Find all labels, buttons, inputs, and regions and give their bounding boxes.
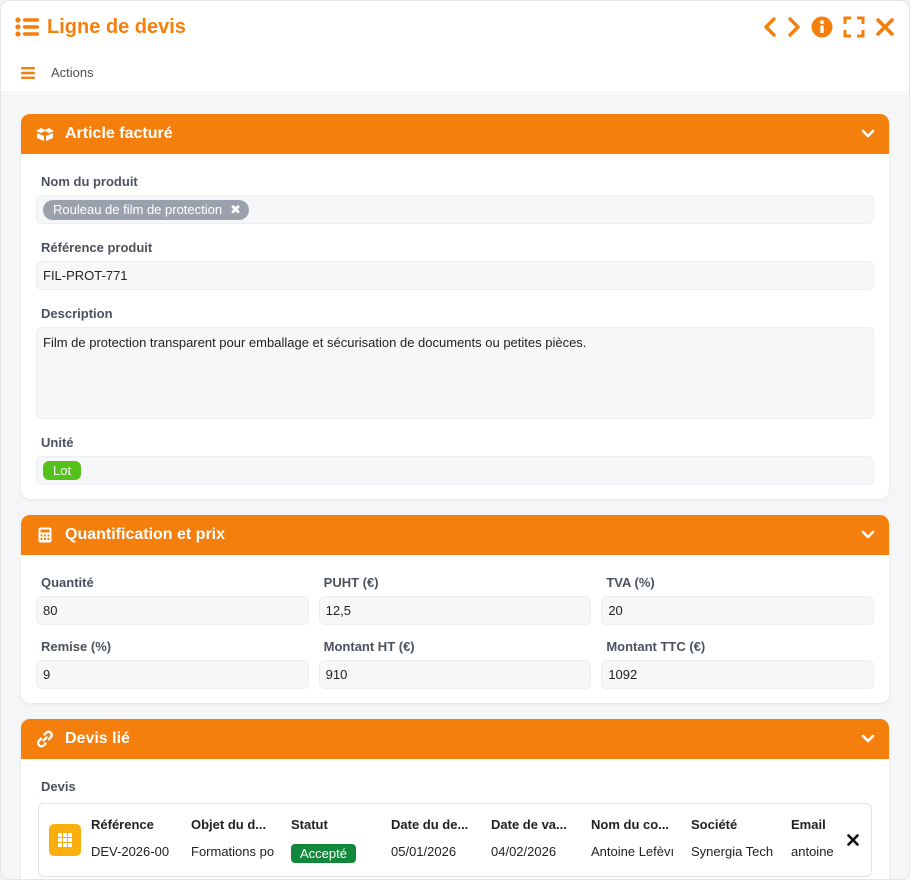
pricing-section-title: Quantification et prix bbox=[65, 526, 226, 543]
unit-price-label: PUHT (€) bbox=[323, 575, 379, 590]
vat-field[interactable]: 20 bbox=[601, 596, 874, 625]
discount-value: 9 bbox=[43, 667, 51, 682]
list-icon[interactable] bbox=[15, 16, 39, 38]
quantity-value: 80 bbox=[43, 603, 58, 618]
column-header: Statut bbox=[291, 817, 328, 832]
article-section-title: Article facturé bbox=[65, 125, 173, 142]
pricing-section: Quantification et prix Quantité 80 PUHT … bbox=[21, 515, 889, 703]
window-controls bbox=[763, 16, 895, 38]
quote-col-object: Objet du d... Formations po bbox=[191, 817, 291, 863]
pricing-section-header[interactable]: Quantification et prix bbox=[21, 515, 889, 555]
product-reference-label: Référence produit bbox=[41, 240, 153, 255]
quote-label: Devis bbox=[41, 779, 76, 794]
hamburger-icon bbox=[21, 66, 35, 79]
amount-ttc-group: Montant TTC (€) 1092 bbox=[601, 639, 874, 689]
column-value: 04/02/2026 bbox=[491, 844, 557, 859]
form-content: Article facturé Nom du produit Rouleau d… bbox=[1, 94, 909, 879]
quote-col-reference: Référence DEV-2026-00 bbox=[91, 817, 191, 863]
info-icon[interactable] bbox=[811, 16, 833, 38]
column-value: Formations po bbox=[191, 844, 275, 859]
discount-label: Remise (%) bbox=[41, 639, 112, 654]
article-section-header[interactable]: Article facturé bbox=[21, 114, 889, 154]
quantity-group: Quantité 80 bbox=[36, 575, 309, 625]
product-reference-value: FIL-PROT-771 bbox=[43, 268, 128, 283]
linked-quote-card[interactable]: Référence DEV-2026-00 Objet du d... Form… bbox=[38, 803, 872, 877]
discount-group: Remise (%) 9 bbox=[36, 639, 309, 689]
actions-menu-button[interactable]: Actions bbox=[21, 65, 94, 80]
chevron-down-icon[interactable] bbox=[861, 734, 875, 744]
linked-quote-section-title: Devis lié bbox=[65, 730, 130, 747]
remove-link-icon[interactable] bbox=[847, 834, 859, 846]
amount-ttc-field[interactable]: 1092 bbox=[601, 660, 874, 689]
linked-quote-section-header[interactable]: Devis lié bbox=[21, 719, 889, 759]
chevron-down-icon[interactable] bbox=[861, 129, 875, 139]
column-header: Email bbox=[791, 817, 826, 832]
quote-col-company: Société Synergia Tech bbox=[691, 817, 791, 863]
linked-quote-section: Devis lié Devis Référence DEV-2026-00 Ob… bbox=[21, 719, 889, 879]
unit-label: Unité bbox=[41, 435, 74, 450]
table-icon bbox=[49, 824, 81, 856]
product-tag-label: Rouleau de film de protection bbox=[53, 202, 223, 217]
amount-ht-group: Montant HT (€) 910 bbox=[318, 639, 592, 689]
discount-field[interactable]: 9 bbox=[36, 660, 309, 689]
product-name-field[interactable]: Rouleau de film de protection ✖ bbox=[36, 195, 874, 224]
amount-ttc-label: Montant TTC (€) bbox=[606, 639, 706, 654]
product-name-label: Nom du produit bbox=[41, 174, 138, 189]
column-value: Antoine Lefèvı bbox=[591, 844, 675, 859]
window-header: Ligne de devis bbox=[1, 1, 909, 53]
product-reference-field[interactable]: FIL-PROT-771 bbox=[36, 261, 874, 290]
quote-col-validity: Date de va... 04/02/2026 bbox=[491, 817, 591, 863]
quantity-label: Quantité bbox=[41, 575, 94, 590]
column-header: Objet du d... bbox=[191, 817, 267, 832]
quote-line-window: Ligne de devis Actions Article facturé N… bbox=[0, 0, 910, 880]
unit-tag[interactable]: Lot bbox=[43, 461, 82, 480]
actions-label[interactable]: Actions bbox=[51, 65, 94, 80]
remove-tag-icon[interactable]: ✖ bbox=[230, 202, 241, 218]
fullscreen-icon[interactable] bbox=[843, 16, 865, 38]
actions-bar: Actions bbox=[1, 53, 909, 93]
vat-label: TVA (%) bbox=[606, 575, 655, 590]
amount-ht-field[interactable]: 910 bbox=[318, 660, 592, 689]
column-header: Société bbox=[691, 817, 738, 832]
chevron-down-icon[interactable] bbox=[861, 530, 875, 540]
column-value: DEV-2026-00 bbox=[91, 844, 170, 859]
column-value: Synergia Tech bbox=[691, 844, 774, 859]
quote-col-contact: Nom du co... Antoine Lefèvı bbox=[591, 817, 691, 863]
description-label: Description bbox=[41, 306, 113, 321]
next-icon[interactable] bbox=[787, 17, 801, 37]
window-title: Ligne de devis bbox=[47, 15, 186, 38]
product-tag[interactable]: Rouleau de film de protection ✖ bbox=[43, 199, 250, 220]
quote-col-date: Date du de... 05/01/2026 bbox=[391, 817, 491, 863]
close-icon[interactable] bbox=[875, 17, 895, 37]
previous-icon[interactable] bbox=[763, 17, 777, 37]
column-header: Référence bbox=[91, 817, 154, 832]
vat-value: 20 bbox=[608, 603, 623, 618]
article-section: Article facturé Nom du produit Rouleau d… bbox=[21, 114, 889, 499]
quote-columns: Référence DEV-2026-00 Objet du d... Form… bbox=[91, 817, 839, 863]
column-value: antoine bbox=[791, 844, 834, 859]
column-header: Date de va... bbox=[491, 817, 567, 832]
column-value: 05/01/2026 bbox=[391, 844, 457, 859]
calculator-icon bbox=[35, 527, 55, 543]
link-icon bbox=[35, 730, 55, 748]
column-header: Date du de... bbox=[391, 817, 469, 832]
quantity-field[interactable]: 80 bbox=[36, 596, 309, 625]
boxes-icon bbox=[35, 126, 55, 142]
vat-group: TVA (%) 20 bbox=[601, 575, 874, 625]
unit-price-value: 12,5 bbox=[325, 603, 351, 618]
column-header: Nom du co... bbox=[591, 817, 669, 832]
quote-col-email: Email antoine bbox=[791, 817, 839, 863]
amount-ht-label: Montant HT (€) bbox=[323, 639, 415, 654]
unit-price-field[interactable]: 12,5 bbox=[318, 596, 592, 625]
unit-price-group: PUHT (€) 12,5 bbox=[318, 575, 592, 625]
unit-field[interactable]: Lot bbox=[36, 456, 874, 485]
description-value: Film de protection transparent pour emba… bbox=[43, 335, 587, 350]
status-badge: Accepté bbox=[291, 844, 356, 863]
amount-ht-value: 910 bbox=[325, 667, 348, 682]
description-field[interactable]: Film de protection transparent pour emba… bbox=[36, 327, 874, 419]
amount-ttc-value: 1092 bbox=[608, 667, 638, 682]
quote-col-status: Statut Accepté bbox=[291, 817, 391, 863]
